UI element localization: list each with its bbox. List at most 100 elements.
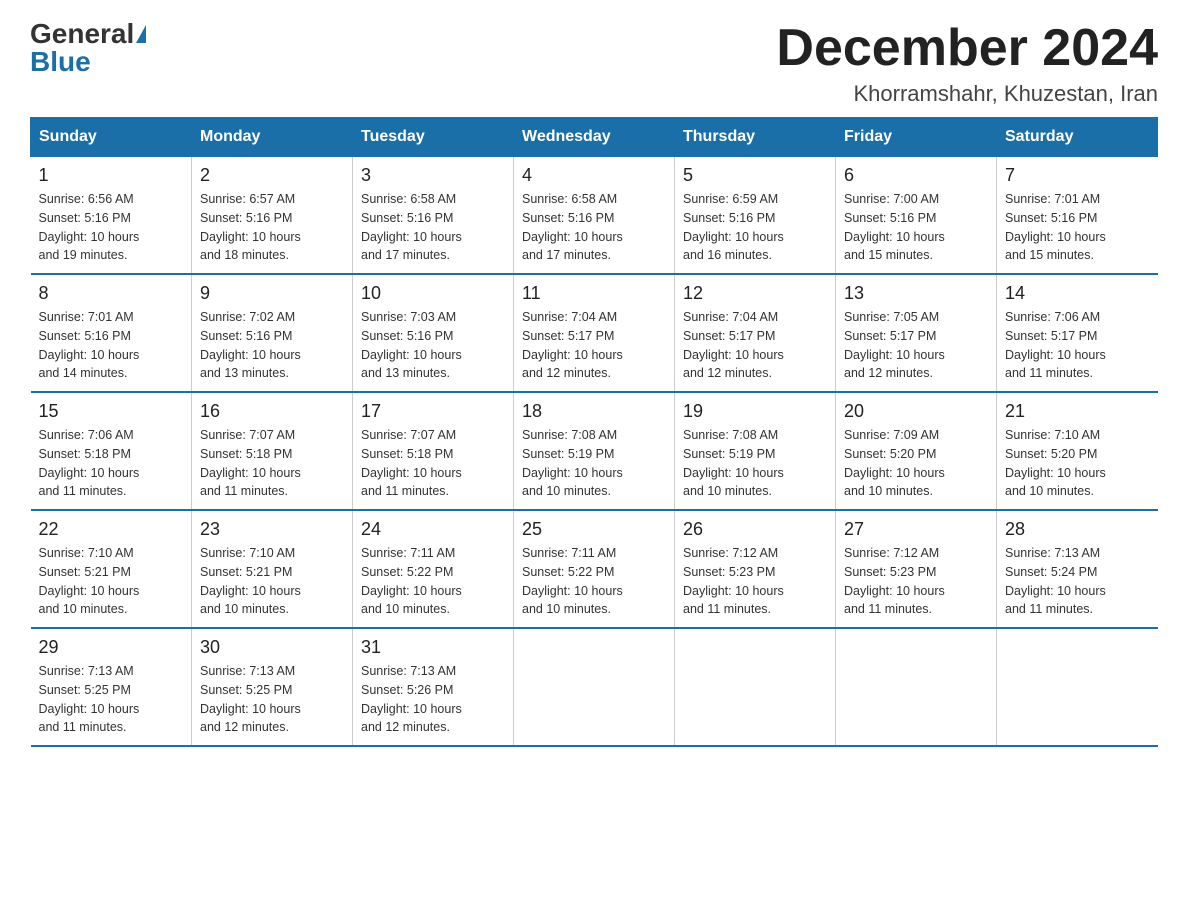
header-sunday: Sunday	[31, 118, 192, 157]
header-row: SundayMondayTuesdayWednesdayThursdayFrid…	[31, 118, 1158, 157]
day-number: 29	[39, 637, 184, 658]
day-info: Sunrise: 6:59 AMSunset: 5:16 PMDaylight:…	[683, 192, 784, 262]
day-number: 22	[39, 519, 184, 540]
day-info: Sunrise: 7:12 AMSunset: 5:23 PMDaylight:…	[844, 546, 945, 616]
day-cell: 4 Sunrise: 6:58 AMSunset: 5:16 PMDayligh…	[514, 157, 675, 275]
day-info: Sunrise: 7:06 AMSunset: 5:17 PMDaylight:…	[1005, 310, 1106, 380]
day-number: 14	[1005, 283, 1150, 304]
calendar-title: December 2024	[776, 20, 1158, 77]
day-number: 4	[522, 165, 666, 186]
page-header: General Blue December 2024 Khorramshahr,…	[30, 20, 1158, 107]
day-info: Sunrise: 7:08 AMSunset: 5:19 PMDaylight:…	[522, 428, 623, 498]
day-number: 17	[361, 401, 505, 422]
day-info: Sunrise: 7:04 AMSunset: 5:17 PMDaylight:…	[683, 310, 784, 380]
day-cell: 30 Sunrise: 7:13 AMSunset: 5:25 PMDaylig…	[192, 628, 353, 746]
day-cell: 29 Sunrise: 7:13 AMSunset: 5:25 PMDaylig…	[31, 628, 192, 746]
day-number: 31	[361, 637, 505, 658]
day-cell: 8 Sunrise: 7:01 AMSunset: 5:16 PMDayligh…	[31, 274, 192, 392]
day-cell: 11 Sunrise: 7:04 AMSunset: 5:17 PMDaylig…	[514, 274, 675, 392]
day-info: Sunrise: 7:06 AMSunset: 5:18 PMDaylight:…	[39, 428, 140, 498]
day-cell: 17 Sunrise: 7:07 AMSunset: 5:18 PMDaylig…	[353, 392, 514, 510]
day-cell: 15 Sunrise: 7:06 AMSunset: 5:18 PMDaylig…	[31, 392, 192, 510]
day-info: Sunrise: 7:07 AMSunset: 5:18 PMDaylight:…	[361, 428, 462, 498]
day-info: Sunrise: 7:01 AMSunset: 5:16 PMDaylight:…	[1005, 192, 1106, 262]
day-cell: 31 Sunrise: 7:13 AMSunset: 5:26 PMDaylig…	[353, 628, 514, 746]
logo-blue-text: Blue	[30, 48, 91, 76]
day-cell: 16 Sunrise: 7:07 AMSunset: 5:18 PMDaylig…	[192, 392, 353, 510]
day-info: Sunrise: 7:11 AMSunset: 5:22 PMDaylight:…	[361, 546, 462, 616]
day-cell: 7 Sunrise: 7:01 AMSunset: 5:16 PMDayligh…	[997, 157, 1158, 275]
day-number: 28	[1005, 519, 1150, 540]
day-number: 9	[200, 283, 344, 304]
week-row-1: 1 Sunrise: 6:56 AMSunset: 5:16 PMDayligh…	[31, 157, 1158, 275]
day-info: Sunrise: 7:13 AMSunset: 5:26 PMDaylight:…	[361, 664, 462, 734]
day-info: Sunrise: 6:58 AMSunset: 5:16 PMDaylight:…	[522, 192, 623, 262]
day-cell: 12 Sunrise: 7:04 AMSunset: 5:17 PMDaylig…	[675, 274, 836, 392]
header-monday: Monday	[192, 118, 353, 157]
day-number: 30	[200, 637, 344, 658]
day-cell: 28 Sunrise: 7:13 AMSunset: 5:24 PMDaylig…	[997, 510, 1158, 628]
day-number: 20	[844, 401, 988, 422]
day-info: Sunrise: 7:09 AMSunset: 5:20 PMDaylight:…	[844, 428, 945, 498]
week-row-2: 8 Sunrise: 7:01 AMSunset: 5:16 PMDayligh…	[31, 274, 1158, 392]
calendar-table: SundayMondayTuesdayWednesdayThursdayFrid…	[30, 117, 1158, 747]
week-row-5: 29 Sunrise: 7:13 AMSunset: 5:25 PMDaylig…	[31, 628, 1158, 746]
day-number: 15	[39, 401, 184, 422]
day-cell: 5 Sunrise: 6:59 AMSunset: 5:16 PMDayligh…	[675, 157, 836, 275]
day-info: Sunrise: 7:12 AMSunset: 5:23 PMDaylight:…	[683, 546, 784, 616]
day-cell: 2 Sunrise: 6:57 AMSunset: 5:16 PMDayligh…	[192, 157, 353, 275]
day-number: 5	[683, 165, 827, 186]
day-info: Sunrise: 7:13 AMSunset: 5:24 PMDaylight:…	[1005, 546, 1106, 616]
day-info: Sunrise: 7:04 AMSunset: 5:17 PMDaylight:…	[522, 310, 623, 380]
day-info: Sunrise: 7:00 AMSunset: 5:16 PMDaylight:…	[844, 192, 945, 262]
day-number: 8	[39, 283, 184, 304]
day-cell: 6 Sunrise: 7:00 AMSunset: 5:16 PMDayligh…	[836, 157, 997, 275]
day-info: Sunrise: 7:11 AMSunset: 5:22 PMDaylight:…	[522, 546, 623, 616]
day-info: Sunrise: 7:02 AMSunset: 5:16 PMDaylight:…	[200, 310, 301, 380]
day-number: 3	[361, 165, 505, 186]
day-cell: 3 Sunrise: 6:58 AMSunset: 5:16 PMDayligh…	[353, 157, 514, 275]
day-number: 7	[1005, 165, 1150, 186]
day-number: 18	[522, 401, 666, 422]
day-number: 2	[200, 165, 344, 186]
day-info: Sunrise: 7:13 AMSunset: 5:25 PMDaylight:…	[200, 664, 301, 734]
day-number: 1	[39, 165, 184, 186]
day-cell: 23 Sunrise: 7:10 AMSunset: 5:21 PMDaylig…	[192, 510, 353, 628]
title-section: December 2024 Khorramshahr, Khuzestan, I…	[776, 20, 1158, 107]
header-thursday: Thursday	[675, 118, 836, 157]
day-info: Sunrise: 7:07 AMSunset: 5:18 PMDaylight:…	[200, 428, 301, 498]
day-info: Sunrise: 7:03 AMSunset: 5:16 PMDaylight:…	[361, 310, 462, 380]
day-info: Sunrise: 7:10 AMSunset: 5:21 PMDaylight:…	[200, 546, 301, 616]
header-tuesday: Tuesday	[353, 118, 514, 157]
header-friday: Friday	[836, 118, 997, 157]
day-number: 6	[844, 165, 988, 186]
day-cell: 14 Sunrise: 7:06 AMSunset: 5:17 PMDaylig…	[997, 274, 1158, 392]
header-wednesday: Wednesday	[514, 118, 675, 157]
day-cell: 10 Sunrise: 7:03 AMSunset: 5:16 PMDaylig…	[353, 274, 514, 392]
day-cell: 19 Sunrise: 7:08 AMSunset: 5:19 PMDaylig…	[675, 392, 836, 510]
day-cell: 25 Sunrise: 7:11 AMSunset: 5:22 PMDaylig…	[514, 510, 675, 628]
day-info: Sunrise: 6:56 AMSunset: 5:16 PMDaylight:…	[39, 192, 140, 262]
day-cell: 24 Sunrise: 7:11 AMSunset: 5:22 PMDaylig…	[353, 510, 514, 628]
day-info: Sunrise: 7:01 AMSunset: 5:16 PMDaylight:…	[39, 310, 140, 380]
day-cell	[675, 628, 836, 746]
week-row-3: 15 Sunrise: 7:06 AMSunset: 5:18 PMDaylig…	[31, 392, 1158, 510]
calendar-body: 1 Sunrise: 6:56 AMSunset: 5:16 PMDayligh…	[31, 157, 1158, 747]
day-cell: 1 Sunrise: 6:56 AMSunset: 5:16 PMDayligh…	[31, 157, 192, 275]
day-number: 19	[683, 401, 827, 422]
day-cell	[997, 628, 1158, 746]
day-number: 21	[1005, 401, 1150, 422]
day-number: 16	[200, 401, 344, 422]
header-saturday: Saturday	[997, 118, 1158, 157]
day-cell: 27 Sunrise: 7:12 AMSunset: 5:23 PMDaylig…	[836, 510, 997, 628]
logo-triangle-icon	[136, 25, 146, 43]
day-cell: 13 Sunrise: 7:05 AMSunset: 5:17 PMDaylig…	[836, 274, 997, 392]
day-number: 12	[683, 283, 827, 304]
day-info: Sunrise: 7:10 AMSunset: 5:20 PMDaylight:…	[1005, 428, 1106, 498]
day-info: Sunrise: 6:58 AMSunset: 5:16 PMDaylight:…	[361, 192, 462, 262]
day-info: Sunrise: 7:10 AMSunset: 5:21 PMDaylight:…	[39, 546, 140, 616]
day-number: 26	[683, 519, 827, 540]
day-number: 13	[844, 283, 988, 304]
day-number: 25	[522, 519, 666, 540]
day-number: 11	[522, 283, 666, 304]
